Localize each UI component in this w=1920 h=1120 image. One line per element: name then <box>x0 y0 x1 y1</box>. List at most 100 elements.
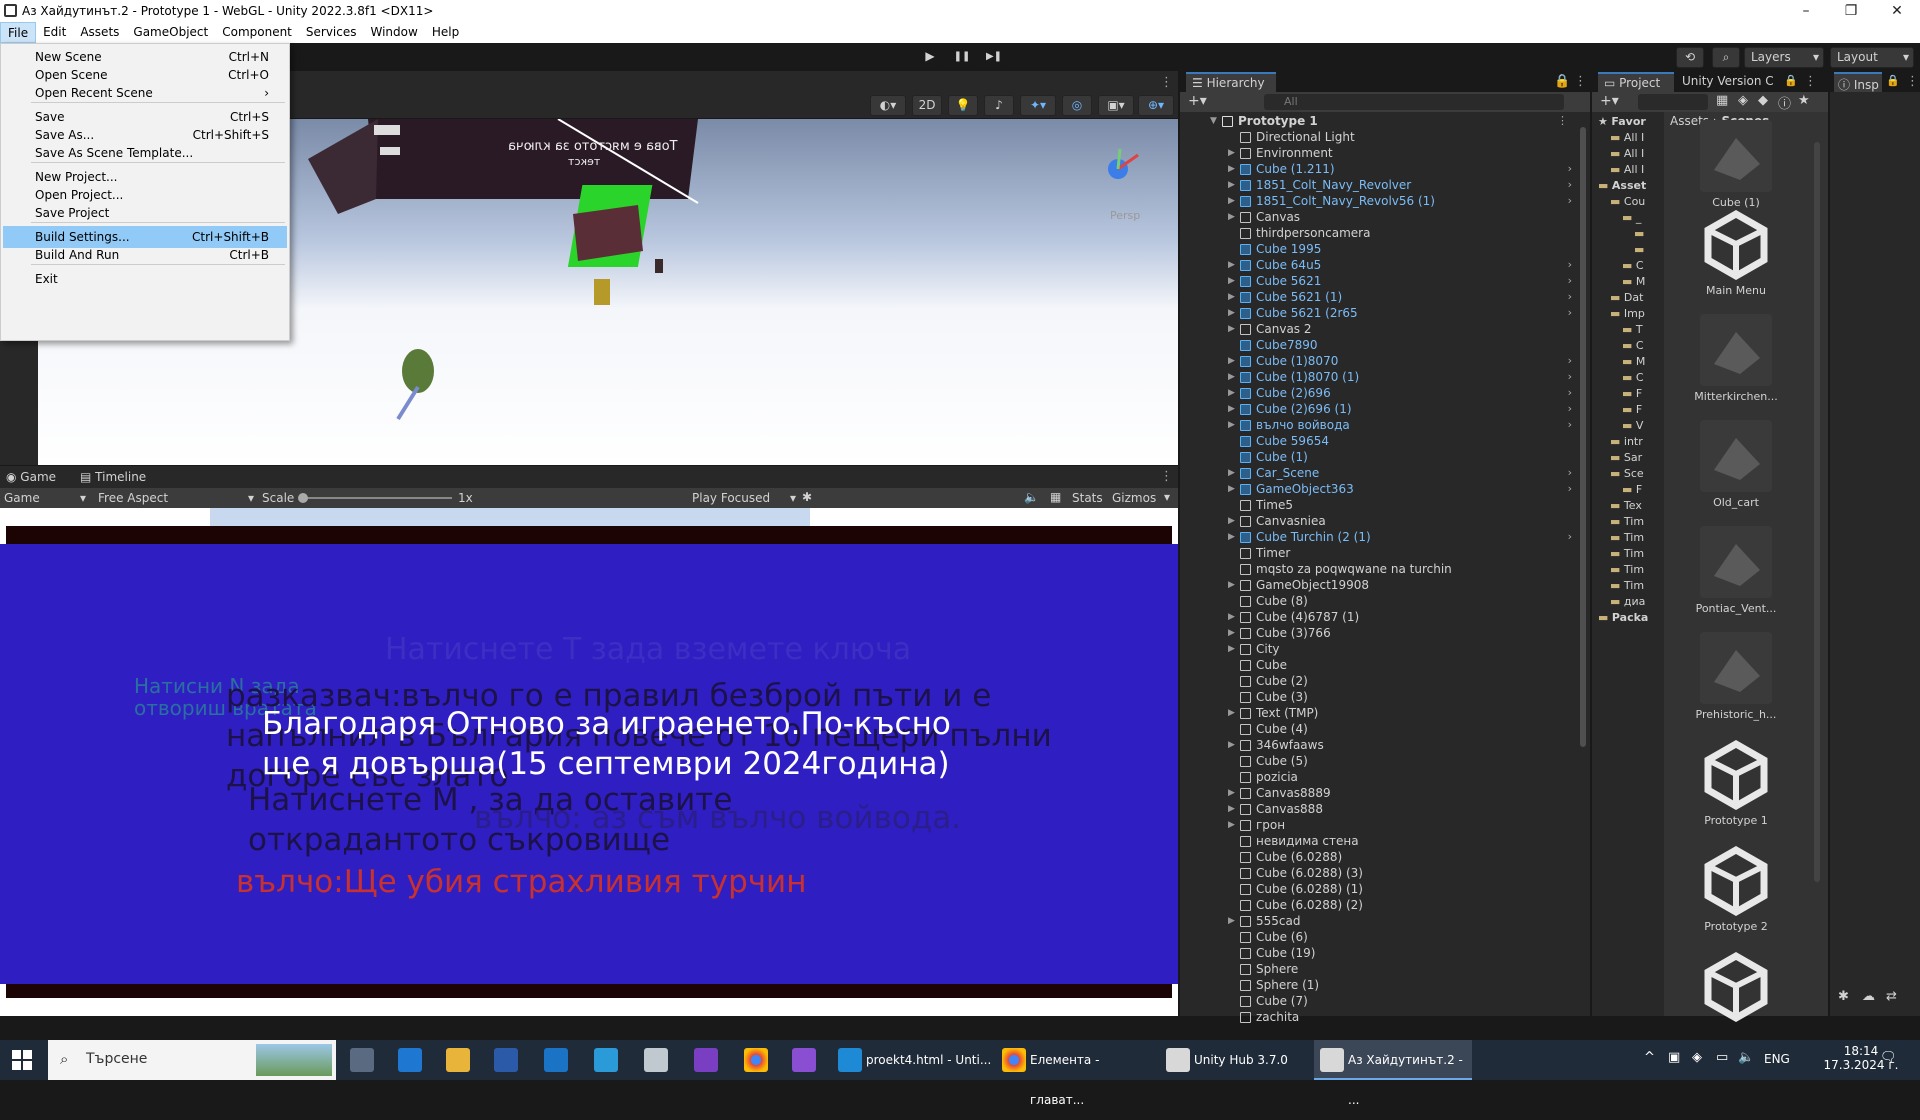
hierarchy-item[interactable]: ▶ грон <box>1180 817 1578 833</box>
more-icon[interactable]: ⋮ <box>1804 74 1817 89</box>
hierarchy-item[interactable]: ▶ Canvas888 <box>1180 801 1578 817</box>
expand-arrow-icon[interactable]: ▶ <box>1228 481 1238 497</box>
play-button[interactable]: ▶ <box>916 47 944 68</box>
prefab-open-icon[interactable]: › <box>1568 257 1572 273</box>
prefab-open-icon[interactable]: › <box>1568 417 1572 433</box>
expand-arrow-icon[interactable]: ▶ <box>1228 785 1238 801</box>
visual-studio-icon[interactable] <box>792 1048 816 1072</box>
shading-dropdown[interactable]: ◐▾ <box>870 95 906 116</box>
add-icon[interactable]: +▾ <box>1188 93 1207 109</box>
filter-icon[interactable]: ▦ <box>1716 93 1728 108</box>
hierarchy-item[interactable]: Cube 59654 <box>1180 433 1578 449</box>
hierarchy-item[interactable]: thirdpersoncamera <box>1180 225 1578 241</box>
hierarchy-item[interactable]: ▶ 555cad <box>1180 913 1578 929</box>
project-tree-item[interactable]: ▬ Sce <box>1610 466 1644 482</box>
asset-item[interactable]: Cube (1) <box>1674 120 1798 220</box>
hierarchy-item[interactable]: ▶ Cube 64u5 › <box>1180 257 1578 273</box>
project-tree-item[interactable]: ▬ All I <box>1610 130 1644 146</box>
asset-item[interactable]: Pontiac_Vent... <box>1674 526 1798 626</box>
project-tree-item[interactable]: ▬ Tim <box>1610 514 1644 530</box>
expand-arrow-icon[interactable]: ▶ <box>1228 193 1238 209</box>
game-view[interactable]: Натиснете Т зада вземете ключа Натисни N… <box>0 508 1178 1016</box>
expand-arrow-icon[interactable]: ▶ <box>1228 385 1238 401</box>
file-menu-item[interactable]: Exit <box>3 268 287 290</box>
history-icon[interactable]: ⟲ <box>1676 47 1704 68</box>
hierarchy-item[interactable]: zachita <box>1180 1009 1578 1025</box>
hierarchy-item[interactable]: ▶ Cube Turchin (2 (1) › <box>1180 529 1578 545</box>
prefab-open-icon[interactable]: › <box>1568 481 1572 497</box>
layout-dropdown[interactable]: Layout ▾ <box>1830 47 1914 68</box>
project-tree-item[interactable]: ▬ Tim <box>1610 562 1644 578</box>
tab-inspector[interactable]: ⓘ Insp <box>1834 72 1882 92</box>
step-button[interactable]: ▶❚ <box>980 47 1008 68</box>
calculator-icon[interactable] <box>350 1048 374 1072</box>
hierarchy-item[interactable]: ▶ GameObject19908 <box>1180 577 1578 593</box>
gizmos-icon[interactable]: ⊕▾ <box>1138 95 1174 116</box>
hierarchy-item[interactable]: ▶ Cube (3)766 <box>1180 625 1578 641</box>
menu-services[interactable]: Services <box>299 22 364 43</box>
gizmos-button[interactable]: Gizmos <box>1112 491 1156 505</box>
hierarchy-search-input[interactable]: All <box>1264 94 1564 110</box>
project-tree-item[interactable]: ▬ Packa <box>1598 610 1648 626</box>
app-icon[interactable] <box>594 1048 618 1072</box>
hidden-objects-icon[interactable]: ◎ <box>1062 95 1092 116</box>
hierarchy-item[interactable]: Sphere (1) <box>1180 977 1578 993</box>
word-icon[interactable] <box>494 1048 518 1072</box>
hierarchy-item[interactable]: mqsto za poqwqwane na turchin <box>1180 561 1578 577</box>
display-dropdown[interactable]: Game ▾ <box>4 491 86 505</box>
hierarchy-item[interactable]: Cube (6.0288) (3) <box>1180 865 1578 881</box>
expand-arrow-icon[interactable]: ▶ <box>1228 273 1238 289</box>
hierarchy-item[interactable]: ▶ Cube 5621 › <box>1180 273 1578 289</box>
chrome-icon[interactable] <box>744 1048 768 1072</box>
project-tree-item[interactable]: ▬ intr <box>1610 434 1643 450</box>
hierarchy-item[interactable]: Cube (3) <box>1180 689 1578 705</box>
lighting-icon[interactable]: 💡 <box>948 95 978 116</box>
more-icon[interactable]: ⋮ <box>1160 469 1173 484</box>
file-menu-item[interactable]: Save As Scene Template... <box>3 142 287 164</box>
tab-hierarchy[interactable]: ☰ Hierarchy <box>1186 72 1276 92</box>
hierarchy-item[interactable]: ▶ Cube (1)8070 › <box>1180 353 1578 369</box>
type-filter-icon[interactable]: ◈ <box>1738 93 1748 108</box>
collab-icon[interactable]: ⇄ <box>1886 989 1897 1004</box>
minimize-button[interactable]: – <box>1783 0 1829 22</box>
scene-root-row[interactable]: ▼ Prototype 1 ⋮ <box>1180 113 1578 129</box>
hierarchy-item[interactable]: ▶ City <box>1180 641 1578 657</box>
project-tree-item[interactable]: ▬ F <box>1622 402 1642 418</box>
taskbar-search-input[interactable]: ⌕ Търсене <box>48 1040 336 1080</box>
prefab-open-icon[interactable]: › <box>1568 529 1572 545</box>
lock-icon[interactable]: 🔒 <box>1886 74 1900 87</box>
windows-start-icon[interactable] <box>12 1050 32 1070</box>
volume-icon[interactable]: 🔈 <box>1738 1050 1754 1065</box>
hierarchy-item[interactable]: Cube (6.0288) (2) <box>1180 897 1578 913</box>
hierarchy-item[interactable]: ▶ Text (TMP) <box>1180 705 1578 721</box>
expand-arrow-icon[interactable]: ▶ <box>1228 705 1238 721</box>
expand-arrow-icon[interactable]: ▶ <box>1228 737 1238 753</box>
tray-icon[interactable]: ◈ <box>1692 1050 1702 1065</box>
expand-arrow-icon[interactable]: ▶ <box>1228 257 1238 273</box>
asset-item[interactable]: Old_cart <box>1674 420 1798 520</box>
scale-slider-handle[interactable] <box>298 493 308 503</box>
expand-arrow-icon[interactable]: ▶ <box>1228 145 1238 161</box>
project-tree-item[interactable]: ▬ <box>1634 226 1644 242</box>
project-tree-item[interactable]: ★ Favor <box>1598 114 1646 130</box>
prefab-open-icon[interactable]: › <box>1568 273 1572 289</box>
project-tree-item[interactable]: ▬ _ <box>1622 210 1641 226</box>
project-tree-item[interactable]: ▬ Tex <box>1610 498 1642 514</box>
project-tree-item[interactable]: ▬ F <box>1622 482 1642 498</box>
file-menu-item[interactable]: Open Recent Scene › <box>3 82 287 104</box>
tab-project[interactable]: ▭ Project <box>1598 72 1674 92</box>
hierarchy-item[interactable]: pozicia <box>1180 769 1578 785</box>
hierarchy-item[interactable]: ▶ Cube (2)696 › <box>1180 385 1578 401</box>
file-menu-item[interactable]: Build And Run Ctrl+B <box>3 244 287 266</box>
language-indicator[interactable]: ENG <box>1764 1052 1790 1066</box>
toggle-2d-button[interactable]: 2D <box>912 95 942 116</box>
hierarchy-item[interactable]: ▶ вълчо войвода › <box>1180 417 1578 433</box>
hierarchy-item[interactable]: Cube (6) <box>1180 929 1578 945</box>
search-icon[interactable]: ⌕ <box>1712 47 1740 68</box>
add-icon[interactable]: +▾ <box>1600 93 1619 109</box>
more-icon[interactable]: ⋮ <box>1574 74 1587 89</box>
expand-arrow-icon[interactable]: ▶ <box>1228 625 1238 641</box>
keyboard-icon[interactable]: ▦ <box>1050 490 1061 504</box>
expand-arrow-icon[interactable]: ▶ <box>1228 577 1238 593</box>
aspect-dropdown[interactable]: Free Aspect ▾ <box>98 491 254 505</box>
